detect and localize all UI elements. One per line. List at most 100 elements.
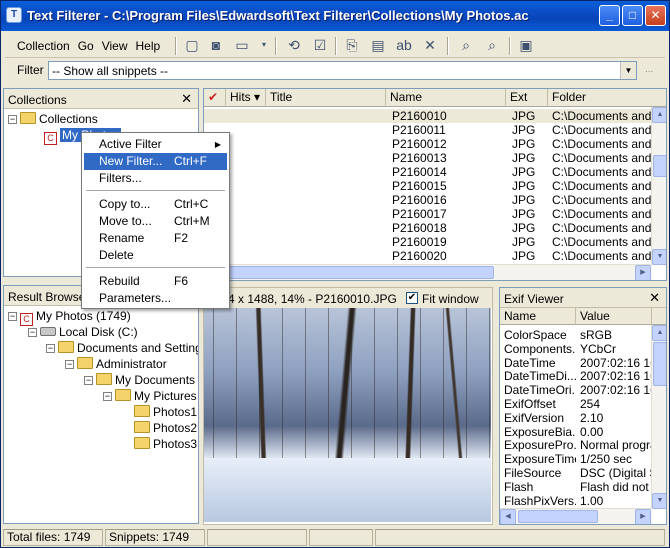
table-row[interactable]: P2160010 JPG C:\Documents and S: [204, 109, 666, 123]
file-list-hscroll[interactable]: ◀ ▶: [204, 264, 652, 280]
tree-item-photos1[interactable]: Photos1: [134, 404, 197, 420]
fit-window-label[interactable]: Fit window: [422, 292, 479, 306]
refresh-icon[interactable]: ⟲: [283, 35, 305, 57]
table-row[interactable]: P2160020 JPG C:\Documents and S: [204, 249, 666, 263]
zoom-in-icon[interactable]: ⌕: [455, 35, 477, 57]
scroll-thumb[interactable]: [518, 510, 598, 523]
column-title[interactable]: Title: [266, 89, 386, 107]
zoom-icon[interactable]: ⌕: [481, 35, 503, 57]
menu-help[interactable]: Help: [132, 39, 165, 53]
column-ext[interactable]: Ext: [506, 89, 548, 107]
title-bar[interactable]: T Text Filterer - C:\Program Files\Edwar…: [1, 1, 669, 31]
tree-item-documents-settings[interactable]: − Documents and Settings: [46, 340, 198, 356]
copy-icon[interactable]: ⎘: [341, 35, 363, 57]
table-row[interactable]: P2160011 JPG C:\Documents and S: [204, 123, 666, 137]
scroll-left-icon[interactable]: ◀: [500, 509, 516, 524]
maximize-button[interactable]: □: [622, 5, 643, 26]
filter-select[interactable]: -- Show all snippets -- ▼: [48, 61, 637, 80]
app-icon[interactable]: T: [6, 7, 22, 23]
exif-row[interactable]: DateTime 2007:02:16 16: [500, 356, 666, 370]
tree-item-collections[interactable]: − Collections: [8, 111, 98, 127]
context-menu-item[interactable]: Rebuild F6: [84, 273, 227, 290]
fit-window-checkbox[interactable]: ✔: [406, 292, 418, 304]
paste-icon[interactable]: ▤: [367, 35, 389, 57]
new-collection-icon[interactable]: ▢: [181, 35, 203, 57]
save-icon[interactable]: ▣: [515, 35, 537, 57]
context-menu-item[interactable]: Rename F2: [84, 230, 227, 247]
column-exif-name[interactable]: Name: [500, 308, 576, 325]
exif-value: 2007:02:16 16: [580, 369, 652, 384]
hits-check-icon[interactable]: ✔: [204, 89, 226, 107]
menu-view[interactable]: View: [98, 39, 132, 53]
checklist-icon[interactable]: ☑: [309, 35, 331, 57]
exif-row[interactable]: DateTimeOri... 2007:02:16 16: [500, 383, 666, 397]
exif-row[interactable]: Components... YCbCr: [500, 342, 666, 356]
context-menu-item[interactable]: Filters...: [84, 170, 227, 187]
exif-row[interactable]: ExifVersion 2.10: [500, 411, 666, 425]
menu-item-label: Filters...: [99, 171, 142, 185]
scroll-down-icon[interactable]: ▼: [652, 249, 666, 265]
column-exif-value[interactable]: Value: [576, 308, 652, 325]
tree-item-photos3[interactable]: Photos3: [134, 436, 197, 452]
menu-go[interactable]: Go: [74, 39, 98, 53]
minimize-button[interactable]: _: [599, 5, 620, 26]
exif-row[interactable]: FileSource DSC (Digital S: [500, 466, 666, 480]
tree-item-my-pictures[interactable]: − My Pictures: [103, 388, 197, 404]
exif-vscroll[interactable]: ▲ ▼: [651, 325, 666, 509]
photo-preview[interactable]: [204, 308, 491, 522]
table-row[interactable]: P2160013 JPG C:\Documents and S: [204, 151, 666, 165]
tree-item-my-photos-root[interactable]: − C My Photos (1749): [8, 308, 131, 326]
tree-item-photos2[interactable]: Photos2: [134, 420, 197, 436]
context-menu-item[interactable]: Active Filter ▶: [84, 136, 227, 153]
scroll-thumb[interactable]: [222, 266, 494, 279]
table-row[interactable]: P2160019 JPG C:\Documents and S: [204, 235, 666, 249]
column-name[interactable]: Name: [386, 89, 506, 107]
filter-more-icon[interactable]: ...: [645, 64, 653, 75]
context-menu-item[interactable]: New Filter... Ctrl+F: [84, 153, 227, 170]
exif-row[interactable]: ExposureBia... 0.00: [500, 425, 666, 439]
open-folder-icon[interactable]: ▭: [231, 35, 253, 57]
chevron-down-icon[interactable]: ▼: [620, 62, 636, 79]
open-dropdown-icon[interactable]: ▾: [253, 35, 275, 57]
menu-collection[interactable]: Collection: [13, 39, 74, 53]
exif-row[interactable]: ColorSpace sRGB: [500, 328, 666, 342]
scroll-up-icon[interactable]: ▲: [652, 107, 666, 123]
tree-item-my-documents[interactable]: − My Documents: [84, 372, 195, 388]
scroll-thumb[interactable]: [653, 342, 666, 386]
scroll-right-icon[interactable]: ▶: [635, 265, 651, 280]
tree-item-local-disk[interactable]: − Local Disk (C:): [28, 324, 138, 340]
column-hits[interactable]: Hits ▾: [226, 89, 266, 107]
close-icon[interactable]: ✕: [649, 290, 660, 306]
scroll-down-icon[interactable]: ▼: [652, 493, 666, 509]
exif-row[interactable]: ExposureTime 1/250 sec: [500, 452, 666, 466]
file-list-vscroll[interactable]: ▲ ▼: [651, 107, 666, 265]
camera-icon[interactable]: ◙: [205, 35, 227, 57]
table-row[interactable]: P2160016 JPG C:\Documents and S: [204, 193, 666, 207]
table-row[interactable]: P2160014 JPG C:\Documents and S: [204, 165, 666, 179]
table-row[interactable]: P2160012 JPG C:\Documents and S: [204, 137, 666, 151]
context-menu-item[interactable]: Copy to... Ctrl+C: [84, 196, 227, 213]
tree-item-administrator[interactable]: − Administrator: [65, 356, 167, 372]
delete-icon[interactable]: ✕: [419, 35, 441, 57]
exif-row[interactable]: ExposurePro... Normal program: [500, 438, 666, 452]
table-row[interactable]: P2160017 JPG C:\Documents and S: [204, 207, 666, 221]
scroll-right-icon[interactable]: ▶: [635, 509, 651, 524]
context-menu-item[interactable]: Parameters...: [84, 290, 227, 307]
rename-icon[interactable]: ab: [393, 35, 415, 57]
exif-row[interactable]: ExifOffset 254: [500, 397, 666, 411]
column-folder[interactable]: Folder: [548, 89, 666, 107]
status-panel: [309, 529, 373, 546]
exif-row[interactable]: FlashPixVers... 1.00: [500, 494, 666, 508]
exif-hscroll[interactable]: ◀ ▶: [500, 508, 652, 524]
scroll-up-icon[interactable]: ▲: [652, 325, 666, 341]
table-row[interactable]: P2160015 JPG C:\Documents and S: [204, 179, 666, 193]
close-button[interactable]: ✕: [645, 5, 666, 26]
exif-row[interactable]: Flash Flash did not fi: [500, 480, 666, 494]
context-menu-item[interactable]: Move to... Ctrl+M: [84, 213, 227, 230]
table-row[interactable]: P2160018 JPG C:\Documents and S: [204, 221, 666, 235]
close-icon[interactable]: ✕: [181, 91, 192, 107]
scroll-thumb[interactable]: [653, 155, 666, 177]
exif-row[interactable]: DateTimeDi... 2007:02:16 16: [500, 369, 666, 383]
collapse-icon[interactable]: −: [8, 115, 17, 124]
context-menu-item[interactable]: Delete: [84, 247, 227, 264]
